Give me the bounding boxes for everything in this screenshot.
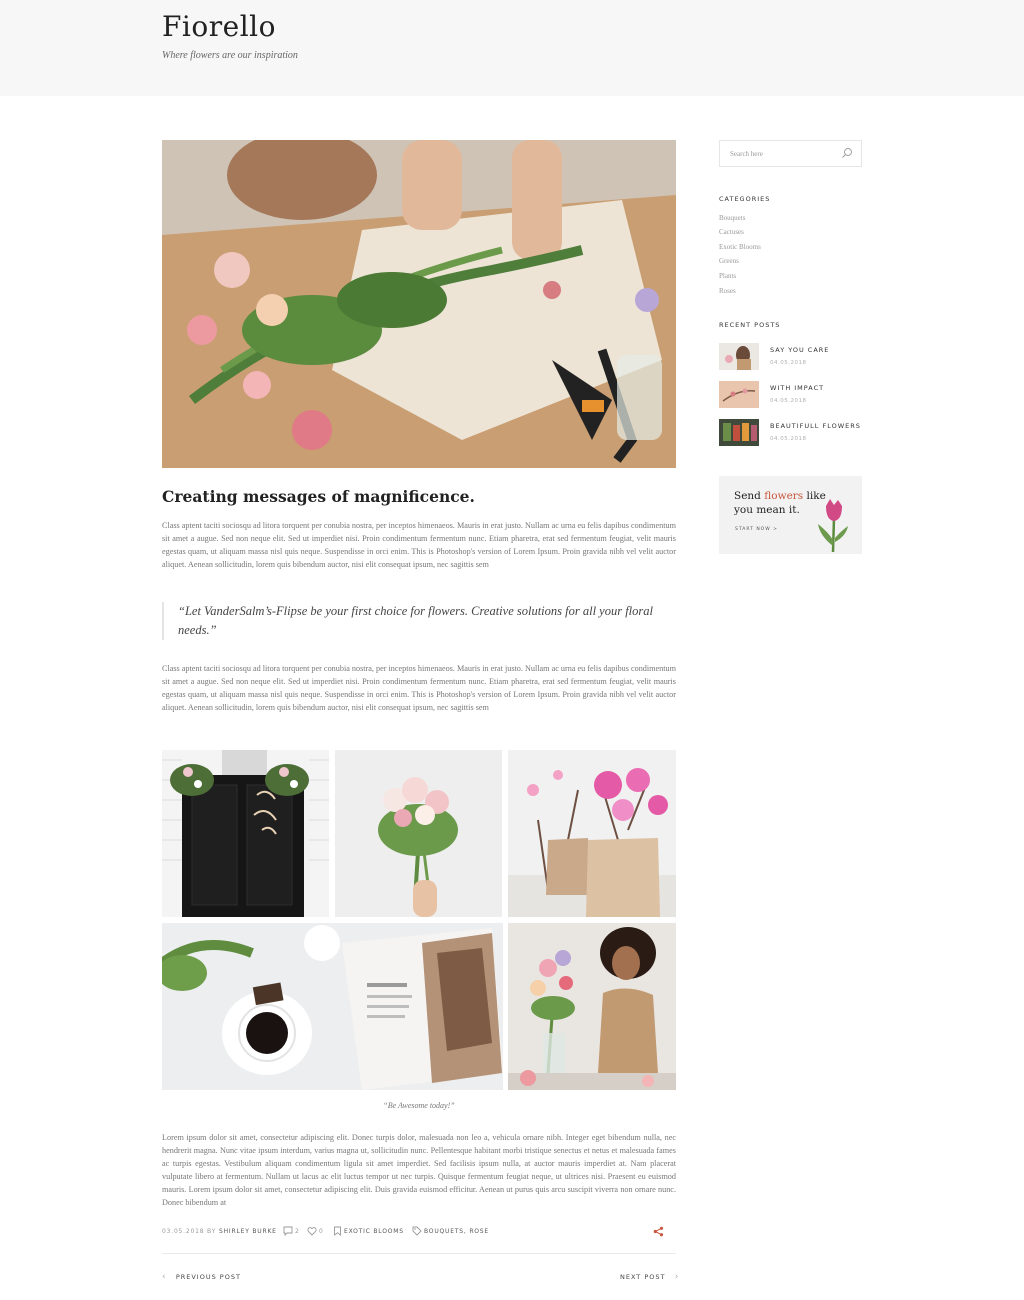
post-by-label: BY [207, 1228, 217, 1235]
post-tags-link[interactable]: BOUQUETS, ROSE [424, 1228, 489, 1235]
post-hero-image [162, 140, 676, 468]
post-divider [162, 1253, 676, 1254]
category-link[interactable]: Exotic Blooms [719, 243, 761, 251]
comment-icon[interactable] [283, 1226, 293, 1236]
banner-text-line2: you mean it. [734, 504, 800, 516]
recent-post-title[interactable]: SAY YOU CARE [770, 346, 829, 354]
sidebar-search [719, 140, 862, 167]
post-meta: 03.05.2018 BY SHIRLEY BURKE 2 0 EXOTIC B… [162, 1226, 676, 1238]
banner-start-now-link[interactable]: START NOW > [735, 527, 778, 532]
chevron-right-icon: › [674, 1272, 680, 1282]
banner-text-accent: flowers [764, 490, 804, 502]
recent-post-title[interactable]: WITH IMPACT [770, 384, 824, 392]
search-input[interactable] [720, 141, 838, 166]
site-header: Fiorello Where flowers are our inspirati… [0, 0, 1024, 96]
post-author-link[interactable]: SHIRLEY BURKE [219, 1228, 277, 1235]
next-post-label: NEXT POST [620, 1273, 666, 1281]
banner-headline: Send flowers like you mean it. [734, 489, 826, 517]
banner-text-before: Send [734, 490, 761, 502]
heart-icon[interactable] [307, 1226, 317, 1236]
share-icon[interactable] [653, 1226, 664, 1237]
recent-post-thumbnail[interactable] [719, 343, 759, 370]
category-link[interactable]: Bouquets [719, 214, 745, 222]
site-tagline: Where flowers are our inspiration [162, 50, 298, 61]
site-logo[interactable]: Fiorello [162, 10, 276, 43]
previous-post-link[interactable]: ‹ PREVIOUS POST [162, 1272, 241, 1282]
bookmark-icon [334, 1226, 341, 1236]
gallery-image-bouquet[interactable] [335, 750, 502, 917]
previous-post-label: PREVIOUS POST [175, 1273, 241, 1281]
chevron-left-icon: ‹ [162, 1272, 167, 1282]
recent-posts-title: RECENT POSTS [719, 321, 781, 329]
gallery-image-potted-flowers[interactable] [508, 750, 676, 917]
gallery-image-door[interactable] [162, 750, 329, 917]
category-link[interactable]: Greens [719, 257, 739, 265]
comment-count[interactable]: 2 [295, 1228, 300, 1235]
gallery-caption: “Be Awesome today!” [383, 1101, 455, 1110]
category-link[interactable]: Roses [719, 287, 736, 295]
sidebar-promo-banner[interactable]: Send flowers like you mean it. START NOW… [719, 476, 862, 554]
recent-post-date: 04.05.2018 [770, 436, 807, 442]
categories-title: CATEGORIES [719, 195, 771, 203]
post-blockquote: “Let VanderSalm’s-Flipse be your first c… [162, 602, 676, 640]
post-category-link[interactable]: EXOTIC BLOOMS [344, 1228, 404, 1235]
gallery-image-florist[interactable] [508, 923, 676, 1090]
post-paragraph: Lorem ipsum dolor sit amet, consectetur … [162, 1133, 676, 1207]
recent-post-thumbnail[interactable] [719, 419, 759, 446]
like-count[interactable]: 0 [319, 1228, 324, 1235]
tulip-icon [818, 499, 848, 552]
post-date: 03.05.2018 [162, 1228, 205, 1235]
next-post-link[interactable]: NEXT POST › [620, 1272, 679, 1282]
recent-post-title[interactable]: BEAUTIFULL FLOWERS [770, 422, 861, 430]
post-paragraph: Class aptent taciti sociosqu ad litora t… [162, 521, 676, 569]
category-link[interactable]: Cactuses [719, 228, 744, 236]
post-title: Creating messages of magnificence. [162, 487, 475, 506]
category-link[interactable]: Plants [719, 272, 736, 280]
search-icon[interactable] [841, 147, 853, 159]
recent-post-date: 04.05.2018 [770, 398, 807, 404]
post-paragraph: Class aptent taciti sociosqu ad litora t… [162, 664, 676, 712]
tag-icon [412, 1226, 422, 1236]
recent-post-date: 04.05.2018 [770, 360, 807, 366]
gallery-image-coffee-magazine[interactable] [162, 923, 503, 1090]
recent-post-thumbnail[interactable] [719, 381, 759, 408]
